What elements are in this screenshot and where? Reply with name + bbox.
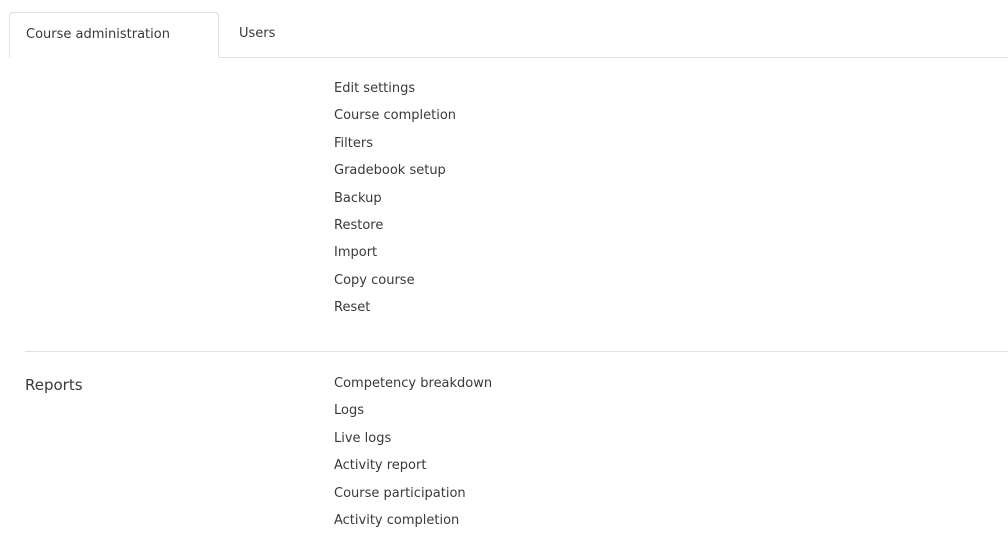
link-reset[interactable]: Reset — [334, 299, 456, 326]
link-filters[interactable]: Filters — [334, 135, 456, 162]
link-edit-settings[interactable]: Edit settings — [334, 80, 456, 107]
course-admin-links: Edit settings Course completion Filters … — [334, 80, 456, 327]
link-gradebook-setup[interactable]: Gradebook setup — [334, 162, 456, 189]
link-import[interactable]: Import — [334, 244, 456, 271]
link-course-participation[interactable]: Course participation — [334, 485, 492, 512]
link-restore[interactable]: Restore — [334, 217, 456, 244]
admin-tab-bar: Course administration Users — [9, 12, 1008, 58]
tab-users[interactable]: Users — [239, 12, 275, 58]
link-activity-completion[interactable]: Activity completion — [334, 512, 492, 539]
link-backup[interactable]: Backup — [334, 190, 456, 217]
link-logs[interactable]: Logs — [334, 402, 492, 429]
section-divider — [25, 351, 1008, 352]
link-competency-breakdown[interactable]: Competency breakdown — [334, 375, 492, 402]
link-live-logs[interactable]: Live logs — [334, 430, 492, 457]
link-course-completion[interactable]: Course completion — [334, 107, 456, 134]
reports-links: Competency breakdown Logs Live logs Acti… — [334, 375, 492, 539]
link-activity-report[interactable]: Activity report — [334, 457, 492, 484]
tab-course-administration[interactable]: Course administration — [9, 12, 219, 58]
reports-heading: Reports — [25, 376, 83, 394]
link-copy-course[interactable]: Copy course — [334, 272, 456, 299]
